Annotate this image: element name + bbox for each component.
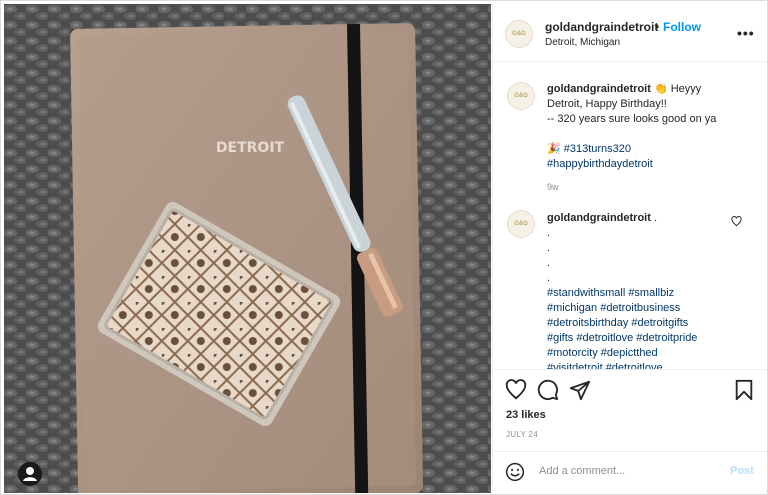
avatar-logo-text: G&G (514, 221, 528, 227)
post-date[interactable]: JULY 24 (506, 430, 538, 439)
post-photo[interactable]: DETROIT (4, 4, 491, 493)
hashtag-line[interactable]: #detroitsbirthday #detroitgifts (547, 316, 747, 331)
caption-text: goldandgraindetroit 👏 Heyyy Detroit, Hap… (547, 82, 747, 172)
comments-list[interactable]: G&G goldandgraindetroit 👏 Heyyy Detroit,… (493, 64, 767, 369)
hashtag-line[interactable]: #visitdetroit #detroitlove (547, 361, 747, 369)
post-actions: 23 likes JULY 24 (493, 369, 767, 447)
notebook-photo-illustration: DETROIT (4, 4, 491, 493)
post-header: G&G goldandgraindetroit • Follow Detroit… (493, 4, 767, 62)
hashtag-line[interactable]: #standwithsmall #smallbiz (547, 286, 747, 301)
header-separator: • (655, 20, 660, 34)
post-frame: DETROIT G&G goldandgraindetroit • Follow… (0, 0, 768, 495)
location-link[interactable]: Detroit, Michigan (545, 37, 620, 48)
avatar-logo-text: G&G (514, 93, 528, 99)
comment-text: goldandgraindetroit . . . . . #standwith… (547, 211, 747, 369)
caption-line-3: -- 320 years sure looks good on ya (547, 113, 717, 125)
comment-input[interactable]: Add a comment... (539, 465, 625, 477)
post-button[interactable]: Post (730, 465, 754, 477)
comment-dot: . (653, 212, 658, 224)
save-bookmark-icon[interactable] (733, 379, 755, 401)
like-icon[interactable] (505, 379, 527, 401)
likes-count[interactable]: 23 likes (506, 409, 546, 421)
more-options-icon[interactable]: ••• (737, 25, 755, 41)
emoji-icon[interactable] (505, 462, 525, 482)
comment-dot: . (547, 242, 551, 254)
comment-dot: . (547, 272, 551, 284)
notebook-label: DETROIT (216, 140, 285, 156)
hashtag-line[interactable]: #gifts #detroitlove #detroitpride (547, 331, 747, 346)
comment-avatar[interactable]: G&G (507, 210, 535, 238)
comment-username[interactable]: goldandgraindetroit (547, 212, 651, 224)
hashtag-link[interactable]: #happybirthdaydetroit (547, 157, 747, 172)
caption-time[interactable]: 9w (547, 182, 559, 192)
caption-line-1: 👏 Heyyy (653, 83, 702, 95)
caption-username[interactable]: goldandgraindetroit (547, 83, 651, 95)
caption-line-2: Detroit, Happy Birthday!! (547, 98, 667, 110)
account-avatar[interactable]: G&G (505, 20, 533, 48)
hashtag-line[interactable]: #michigan #detroitbusiness (547, 301, 747, 316)
add-comment-bar: Add a comment... Post (493, 451, 767, 493)
hashtag-link[interactable]: 🎉 #313turns320 (547, 142, 747, 157)
follow-button[interactable]: Follow (663, 20, 701, 34)
share-icon[interactable] (569, 379, 591, 401)
comment-dot: . (547, 257, 551, 269)
hashtag-line[interactable]: #motorcity #depictthed (547, 346, 747, 361)
avatar-logo-text: G&G (512, 31, 526, 37)
comment-icon[interactable] (537, 379, 559, 401)
comment-dot: . (547, 227, 551, 239)
tagged-user-icon[interactable] (18, 462, 42, 486)
header-username[interactable]: goldandgraindetroit (545, 20, 658, 34)
caption-avatar[interactable]: G&G (507, 82, 535, 110)
post-panel: G&G goldandgraindetroit • Follow Detroit… (492, 4, 767, 493)
like-comment-icon[interactable] (731, 216, 742, 227)
